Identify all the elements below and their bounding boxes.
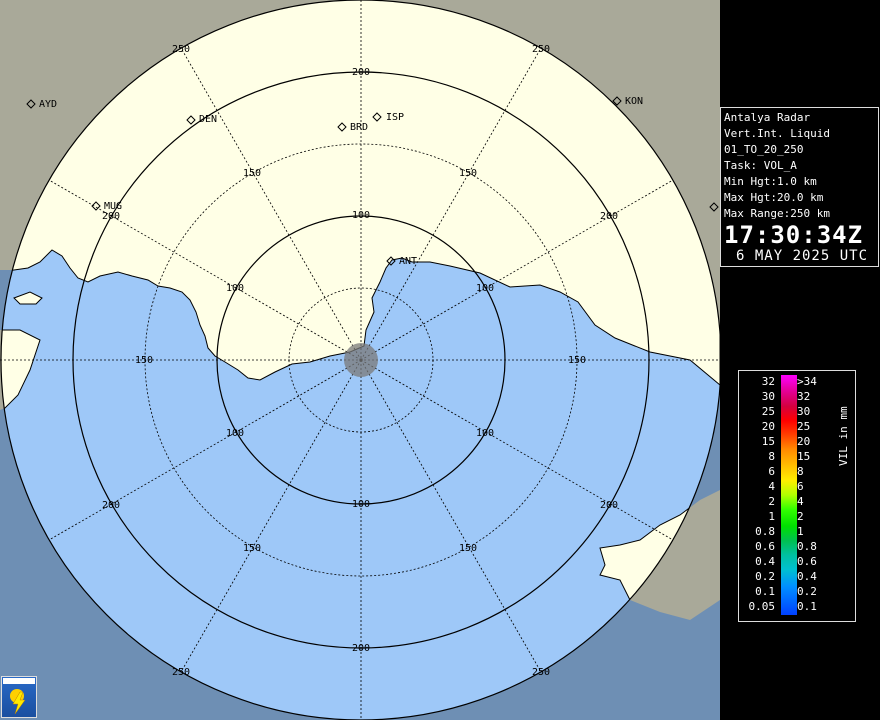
range-label-150-nnw: 150 <box>243 168 261 179</box>
legend-row: 46 <box>739 480 855 495</box>
logo-banner <box>3 678 35 684</box>
range-label-150-sse: 150 <box>459 543 477 554</box>
radar-map[interactable]: 100 200 100 200 150 150 150 150 150 150 … <box>0 0 720 720</box>
legend-value-high: 32 <box>797 390 811 403</box>
range-label-100-wnw: 100 <box>226 283 244 294</box>
legend-row: 0.2 0.4 <box>739 570 855 585</box>
legend-value-low: 20 <box>761 420 775 433</box>
lightning-icon <box>10 689 26 715</box>
legend-row: 0.4 0.6 <box>739 555 855 570</box>
legend-row: 0.1 0.2 <box>739 585 855 600</box>
legend-value-low: 0.05 <box>748 600 776 613</box>
legend-row: 25 30 <box>739 405 855 420</box>
station-label: BRD <box>350 122 368 133</box>
station-label: AYD <box>39 99 57 110</box>
legend-row: 32 >34 <box>739 375 855 390</box>
legend-value-high: 8 <box>797 465 804 478</box>
range-label-100-n: 100 <box>352 210 370 221</box>
station-label: ISP <box>386 112 404 123</box>
legend-value-low: 6 <box>768 465 775 478</box>
legend-value-high: >34 <box>797 375 817 388</box>
product-code: 01_TO_20_250 <box>724 143 804 156</box>
range-label-200-ese: 200 <box>600 500 618 511</box>
range-label-200-wnw: 200 <box>102 211 120 222</box>
legend-value-low: 32 <box>761 375 775 388</box>
legend-row: 20 25 <box>739 420 855 435</box>
legend-value-low: 0.6 <box>755 540 775 553</box>
legend-value-high: 2 <box>797 510 804 523</box>
legend-value-low: 0.4 <box>755 555 775 568</box>
legend-row: 8 15 <box>739 450 855 465</box>
legend-value-high: 0.1 <box>797 600 817 613</box>
legend-row: 24 <box>739 495 855 510</box>
legend-row: 12 <box>739 510 855 525</box>
range-label-200-ene: 200 <box>600 211 618 222</box>
range-label-250-se: 250 <box>532 667 550 678</box>
range-label-100-s: 100 <box>352 499 370 510</box>
legend-row: 0.05 0.1 <box>739 600 855 615</box>
legend-value-low: 0.1 <box>755 585 775 598</box>
legend-value-high: 30 <box>797 405 811 418</box>
station-label: KON <box>625 96 643 107</box>
station-label: DEN <box>199 114 217 125</box>
legend-row: 30 32 <box>739 390 855 405</box>
legend-value-low: 25 <box>761 405 775 418</box>
range-label-150-ssw: 150 <box>243 543 261 554</box>
radar-map-canvas: 100 200 100 200 150 150 150 150 150 150 … <box>0 0 720 720</box>
legend-row: 68 <box>739 465 855 480</box>
legend-value-high: 6 <box>797 480 804 493</box>
range-label-100-wsw: 100 <box>226 428 244 439</box>
legend-value-high: 25 <box>797 420 811 433</box>
legend-value-low: 30 <box>761 390 775 403</box>
max-range: Max Range:250 km <box>724 207 830 220</box>
legend-value-low: 15 <box>761 435 775 448</box>
legend-value-high: 1 <box>797 525 804 538</box>
legend-value-low: 4 <box>768 480 775 493</box>
range-label-250-nw: 250 <box>172 44 190 55</box>
min-height: Min Hgt:1.0 km <box>724 175 817 188</box>
legend-value-high: 20 <box>797 435 811 448</box>
legend-row: 0.6 0.8 <box>739 540 855 555</box>
range-label-100-ese: 100 <box>476 428 494 439</box>
radar-title: Antalya Radar <box>724 111 811 124</box>
max-height: Max Hgt:20.0 km <box>724 191 824 204</box>
range-label-250-sw: 250 <box>172 667 190 678</box>
range-label-100-ene: 100 <box>476 283 494 294</box>
station-label: MUG <box>104 201 122 212</box>
task-name: Task: VOL_A <box>724 159 797 172</box>
product-name: Vert.Int. Liquid <box>724 127 830 140</box>
range-label-200-s: 200 <box>352 643 370 654</box>
legend-value-high: 4 <box>797 495 804 508</box>
legend-value-low: 1 <box>768 510 775 523</box>
range-label-150-nne: 150 <box>459 168 477 179</box>
scan-time: 17:30:34Z <box>724 221 864 249</box>
legend-row: 0.8 1 <box>739 525 855 540</box>
radar-info-panel: Antalya Radar Vert.Int. Liquid 01_TO_20_… <box>720 107 879 267</box>
legend-value-low: 8 <box>768 450 775 463</box>
radar-site-marker <box>344 343 378 377</box>
range-label-200-n: 200 <box>352 67 370 78</box>
legend-value-low: 0.8 <box>755 525 775 538</box>
legend-value-low: 0.2 <box>755 570 775 583</box>
legend-value-high: 15 <box>797 450 811 463</box>
station-label: ANT <box>399 256 417 267</box>
range-label-250-ne: 250 <box>532 44 550 55</box>
color-legend: VIL in mm 32 >34 30 32 25 30 20 25 15 20 8 15 6 8 4 6 2 4… <box>738 370 856 622</box>
meteorology-logo <box>1 676 37 718</box>
range-label-200-wsw: 200 <box>102 500 120 511</box>
legend-value-high: 0.2 <box>797 585 817 598</box>
scan-date: 6 MAY 2025 UTC <box>736 248 869 264</box>
legend-row: 15 20 <box>739 435 855 450</box>
legend-value-high: 0.4 <box>797 570 817 583</box>
range-label-150-w: 150 <box>135 355 153 366</box>
range-label-150-e: 150 <box>568 355 586 366</box>
legend-value-high: 0.6 <box>797 555 817 568</box>
legend-value-low: 2 <box>768 495 775 508</box>
legend-value-high: 0.8 <box>797 540 817 553</box>
